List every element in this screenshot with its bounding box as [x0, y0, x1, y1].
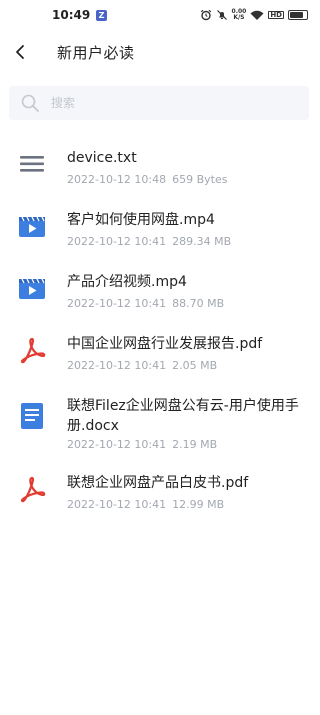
file-size: 659 Bytes: [172, 173, 228, 186]
file-item-industry-report[interactable]: 中国企业网盘行业发展报告.pdf 2022-10-12 10:41 2.05 MB: [0, 326, 320, 388]
file-item-device-txt[interactable]: device.txt 2022-10-12 10:48 659 Bytes: [0, 140, 320, 202]
file-date: 2022-10-12 10:41: [67, 498, 167, 511]
text-file-icon: [20, 156, 44, 172]
hd-label: HD: [268, 11, 284, 19]
wifi-icon: [250, 10, 264, 20]
pdf-file-icon: [20, 337, 46, 364]
file-item-whitepaper[interactable]: 联想企业网盘产品白皮书.pdf 2022-10-12 10:41 12.99 MB: [0, 465, 320, 527]
video-file-icon: [19, 278, 45, 299]
status-bar: 10:49 Z 0.00 K/S HD: [0, 0, 320, 30]
battery-icon: [288, 10, 308, 20]
file-size: 88.70 MB: [172, 297, 225, 310]
page-title: 新用户必读: [57, 44, 135, 62]
file-size: 12.99 MB: [172, 498, 225, 511]
file-date: 2022-10-12 10:41: [67, 438, 167, 451]
file-name: 客户如何使用网盘.mp4: [67, 212, 215, 228]
file-item-user-manual[interactable]: 联想Filez企业网盘公有云-用户使用手册.docx 2022-10-12 10…: [0, 388, 320, 465]
file-name: 产品介绍视频.mp4: [67, 274, 187, 290]
document-file-icon: [21, 403, 43, 429]
search-box[interactable]: [9, 86, 309, 120]
file-meta: 2022-10-12 10:41 12.99 MB: [67, 498, 224, 511]
file-item-guide-video[interactable]: 客户如何使用网盘.mp4 2022-10-12 10:41 289.34 MB: [0, 202, 320, 264]
file-item-intro-video[interactable]: 产品介绍视频.mp4 2022-10-12 10:41 88.70 MB: [0, 264, 320, 326]
search-icon: [21, 94, 39, 112]
video-file-icon: [19, 216, 45, 237]
network-speed: 0.00 K/S: [231, 8, 247, 21]
pdf-file-icon: [20, 476, 46, 503]
file-name: 中国企业网盘行业发展报告.pdf: [67, 336, 263, 352]
status-icons: 0.00 K/S HD: [200, 8, 308, 22]
file-meta: 2022-10-12 10:41 289.34 MB: [67, 235, 231, 248]
mute-icon: [216, 10, 227, 20]
file-meta: 2022-10-12 10:41 2.19 MB: [67, 438, 217, 451]
file-date: 2022-10-12 10:41: [67, 297, 167, 310]
file-name: 联想企业网盘产品白皮书.pdf: [67, 475, 249, 491]
file-name: 联想Filez企业网盘公有云-用户使用手册.docx: [67, 398, 299, 434]
chevron-left-icon: [16, 45, 24, 59]
app-notification-icon: Z: [96, 10, 107, 21]
header: 新用户必读: [0, 30, 320, 76]
back-button[interactable]: [6, 38, 34, 66]
file-name: device.txt: [67, 150, 137, 166]
file-list: device.txt 2022-10-12 10:48 659 Bytes 客户如…: [0, 140, 320, 527]
file-meta: 2022-10-12 10:48 659 Bytes: [67, 173, 228, 186]
search-input[interactable]: [51, 86, 301, 120]
battery-level: [290, 12, 303, 18]
file-size: 2.05 MB: [172, 359, 218, 372]
file-meta: 2022-10-12 10:41 2.05 MB: [67, 359, 217, 372]
file-date: 2022-10-12 10:48: [67, 173, 167, 186]
file-date: 2022-10-12 10:41: [67, 235, 167, 248]
file-meta: 2022-10-12 10:41 88.70 MB: [67, 297, 224, 310]
file-size: 289.34 MB: [172, 235, 232, 248]
status-time: 10:49: [52, 8, 91, 22]
alarm-icon: [200, 9, 211, 21]
file-size: 2.19 MB: [172, 438, 218, 451]
file-date: 2022-10-12 10:41: [67, 359, 167, 372]
